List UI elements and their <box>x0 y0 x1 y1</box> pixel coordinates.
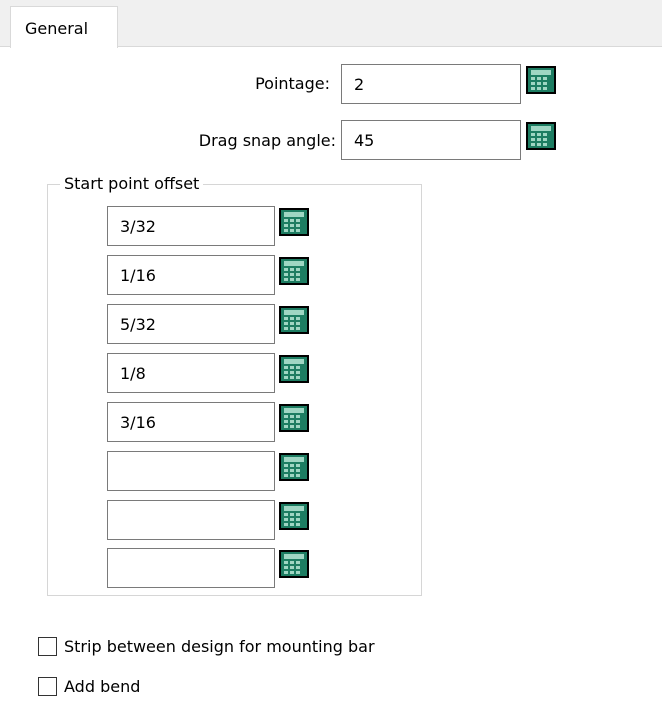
pointage-label: Pointage: <box>255 74 330 93</box>
pointage-field[interactable] <box>341 64 521 104</box>
offset-field-8[interactable] <box>107 548 275 588</box>
tab-strip: General <box>0 0 662 48</box>
offset-field-1[interactable] <box>107 206 275 246</box>
drag-snap-angle-calculator-icon[interactable] <box>526 122 556 150</box>
drag-snap-angle-field[interactable] <box>341 120 521 160</box>
tab-general[interactable]: General <box>10 6 118 48</box>
offset-3-calculator-icon[interactable] <box>279 306 309 334</box>
offset-field-3[interactable] <box>107 304 275 344</box>
offset-1-calculator-icon[interactable] <box>279 208 309 236</box>
offset-4-calculator-icon[interactable] <box>279 355 309 383</box>
add-bend-checkbox[interactable] <box>38 677 57 696</box>
strip-between-design-checkbox[interactable] <box>38 637 57 656</box>
offset-field-7[interactable] <box>107 500 275 540</box>
strip-between-design-label: Strip between design for mounting bar <box>64 637 375 656</box>
offset-field-4[interactable] <box>107 353 275 393</box>
drag-snap-angle-label: Drag snap angle: <box>198 131 336 150</box>
pointage-calculator-icon[interactable] <box>526 66 556 94</box>
offset-5-calculator-icon[interactable] <box>279 404 309 432</box>
offset-7-calculator-icon[interactable] <box>279 502 309 530</box>
add-bend-label: Add bend <box>64 677 141 696</box>
offset-field-2[interactable] <box>107 255 275 295</box>
offset-field-5[interactable] <box>107 402 275 442</box>
offset-2-calculator-icon[interactable] <box>279 257 309 285</box>
offset-8-calculator-icon[interactable] <box>279 550 309 578</box>
add-bend-option[interactable]: Add bend <box>38 676 188 698</box>
options-page: General Pointage: Drag snap angle: Start… <box>0 0 662 727</box>
offset-6-calculator-icon[interactable] <box>279 453 309 481</box>
offset-field-6[interactable] <box>107 451 275 491</box>
strip-between-design-option[interactable]: Strip between design for mounting bar <box>38 636 458 658</box>
start-point-offset-title: Start point offset <box>60 174 204 194</box>
